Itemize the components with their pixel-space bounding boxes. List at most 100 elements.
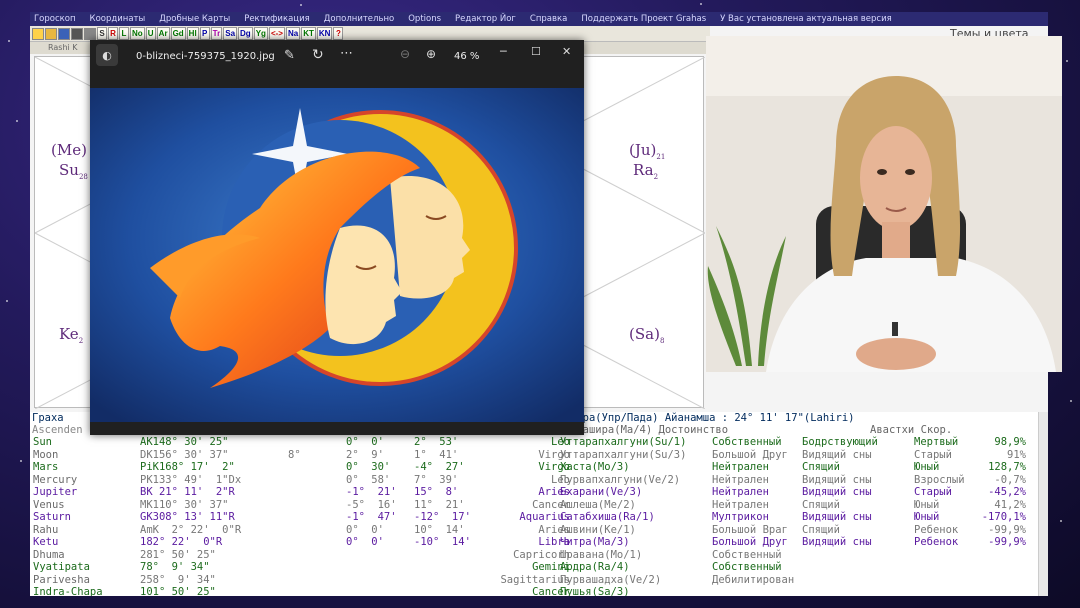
more-options-icon[interactable]: ⋯ — [340, 46, 353, 61]
new-file-icon[interactable] — [32, 27, 44, 40]
save-icon[interactable] — [58, 27, 70, 40]
tool-sa[interactable]: Sa — [223, 27, 238, 40]
cell-avastha: Спящий — [802, 461, 840, 473]
tool-hl[interactable]: Hl — [186, 27, 199, 40]
table-row[interactable]: Moon DK156° 30' 37" 8° 2° 9' 1° 41' Virgo Утта… — [30, 449, 1038, 462]
menu-help[interactable]: Справка — [530, 14, 567, 24]
rotate-icon[interactable]: ↻ — [312, 47, 324, 63]
tool-yg[interactable]: Yg — [253, 27, 268, 40]
cell-avastha: Видящий сны — [802, 486, 872, 498]
tool-ar[interactable]: Ar — [156, 27, 170, 40]
cell-sign: Virgo — [538, 448, 570, 461]
tool-na[interactable]: Na — [285, 27, 301, 40]
tool-swap[interactable]: <-> — [268, 27, 285, 40]
cell-dignity: Нейтрален — [712, 473, 769, 486]
table-row[interactable]: Indra-Chapa 101° 50' 25" Cancer Пушья(Sa/3) — [30, 586, 1038, 596]
table-row[interactable]: Vyatipata 78° 9' 34" Gemini Ардра(Ra/4) Собс… — [30, 561, 1038, 574]
tool-u[interactable]: U — [145, 27, 156, 40]
cell-latitude: 11° 21' — [414, 498, 465, 511]
photos-app-icon[interactable]: ◐ — [96, 44, 118, 66]
cell-score: -170,1% — [981, 511, 1026, 523]
zoom-in-icon[interactable]: ⊕ — [426, 47, 436, 61]
cell-longitude: MK110° 30' 37" — [140, 498, 229, 511]
cell-age: Мертвый — [914, 436, 959, 448]
table-row[interactable]: Ketu 182° 22' 0"R 0° 0' -10° 14' Libra Читра(… — [30, 536, 1038, 549]
cell-nakshatra: Читра(Ma/3) — [560, 536, 630, 548]
minimize-button[interactable]: ─ — [500, 45, 507, 58]
menu-rectification[interactable]: Ректификация — [244, 14, 310, 24]
menu-coordinates[interactable]: Координаты — [90, 14, 146, 24]
cell-sign: Cancer — [532, 498, 570, 511]
cell-longitude: PiK168° 17' 2" — [140, 461, 235, 473]
cell-latitude: 7° 39' — [414, 473, 459, 486]
cell-latitude: 10° 14' — [414, 523, 465, 536]
cell-nakshatra: Уттарапхалгуни(Su/3) — [560, 448, 687, 461]
planet-saturn: (Sa)8 — [629, 325, 665, 345]
cell-nakshatra: Пурвапхалгуни(Ve/2) — [560, 473, 681, 486]
menu-horoscope[interactable]: Гороскоп — [34, 14, 76, 24]
tool-gd[interactable]: Gd — [170, 27, 186, 40]
table-row[interactable]: Jupiter BK 21° 11' 2"R -1° 21' 15° 8' Aries Б… — [30, 486, 1038, 499]
menu-divisional-charts[interactable]: Дробные Карты — [159, 14, 230, 24]
open-folder-icon[interactable] — [45, 27, 57, 40]
cell-nakshatra: Ардра(Ra/4) — [560, 561, 630, 573]
table-scrollbar[interactable] — [1038, 412, 1048, 596]
tool-p[interactable]: P — [199, 27, 210, 40]
cell-latitude: -10° 14' — [414, 536, 471, 548]
tool-tr[interactable]: Tr — [210, 27, 223, 40]
menu-options[interactable]: Options — [408, 14, 441, 24]
print-icon[interactable] — [71, 27, 83, 40]
cell-sign: Capricorn — [513, 548, 570, 561]
cell-nakshatra: Уттарапхалгуни(Su/1) — [560, 436, 687, 448]
cell-age: Юный — [914, 461, 940, 473]
table-row[interactable]: Venus MK110° 30' 37" -5° 16' 11° 21' Cancer А… — [30, 499, 1038, 512]
cell-nakshatra: Шравана(Mo/1) — [560, 548, 643, 561]
cell-nakshatra: Ашлеша(Me/2) — [560, 498, 636, 511]
cell-paksha: 8° — [288, 448, 301, 461]
planet-rahu: Ra2 — [633, 161, 659, 181]
cell-score: -99,9% — [988, 536, 1026, 548]
settings-icon[interactable] — [84, 27, 96, 40]
tool-help[interactable]: ? — [333, 27, 344, 40]
table-row[interactable]: Sun AK148° 30' 25" 0° 0' 2° 53' Leo Уттарапха… — [30, 436, 1038, 449]
tool-l[interactable]: L — [119, 27, 129, 40]
edit-image-icon[interactable]: ✎ — [284, 48, 295, 63]
cell-sign: Libra — [538, 536, 570, 548]
cell-sign: Gemini — [532, 561, 570, 573]
cell-score: 41,2% — [994, 498, 1026, 511]
cell-dignity: Собственный — [712, 436, 782, 448]
table-row[interactable]: Parivesha 258° 9' 34" Sagittarius Пурвашадх… — [30, 574, 1038, 587]
maximize-button[interactable]: ☐ — [531, 45, 541, 58]
tool-s[interactable]: S — [97, 27, 107, 40]
table-header-graha: Граха — [32, 412, 64, 424]
tab-rashi[interactable]: Rashi K — [48, 43, 78, 52]
close-button[interactable]: ✕ — [562, 45, 571, 58]
table-row[interactable]: Mercury PK133° 49' 1"Dx 0° 58' 7° 39' Leo Пур… — [30, 474, 1038, 487]
tool-no[interactable]: No — [130, 27, 145, 40]
table-row[interactable]: Dhuma 281° 50' 25" Capricorn Шравана(Mo/1) С… — [30, 549, 1038, 562]
menu-version-status: У Вас установлена актуальная версия — [720, 14, 892, 24]
table-row[interactable]: Mars PiK168° 17' 2" 0° 30' -4° 27' Virgo Хаст… — [30, 461, 1038, 474]
cell-graha: Dhuma — [33, 548, 65, 561]
cell-dignity: Нейтрален — [712, 498, 769, 511]
tool-kt[interactable]: KT — [301, 27, 316, 40]
planet-jupiter: (Ju)21 — [629, 141, 666, 161]
menu-yoga-editor[interactable]: Редактор Йог — [455, 14, 516, 24]
tool-r[interactable]: R — [108, 27, 118, 40]
zoom-out-icon[interactable]: ⊖ — [400, 47, 410, 61]
menu-support[interactable]: Поддержать Проект Grahas — [581, 14, 706, 24]
table-header-dignity: игашира(Ма/4) Достоинство — [570, 424, 729, 436]
cell-avastha: Бодрствующий — [802, 436, 878, 448]
table-row[interactable]: Rahu AmK 2° 22' 0"R 0° 0' 10° 14' Aries Ашвин… — [30, 524, 1038, 537]
cell-graha: Venus — [33, 498, 65, 511]
table-row[interactable]: Saturn GK308° 13' 11"R -1° 47' -12° 17' Aqua… — [30, 511, 1038, 524]
tool-dg[interactable]: Dg — [238, 27, 253, 40]
cell-speed: -5° 16' — [346, 498, 397, 511]
cell-dignity: Собственный — [712, 548, 782, 561]
cell-sign: Aries — [538, 523, 570, 536]
menu-additional[interactable]: Дополнительно — [324, 14, 395, 24]
planet-sun: Su28 — [59, 161, 88, 181]
cell-sign: Aquarius — [519, 511, 570, 523]
tool-kn[interactable]: KN — [316, 27, 333, 40]
cell-speed: 0° 0' — [346, 536, 384, 548]
